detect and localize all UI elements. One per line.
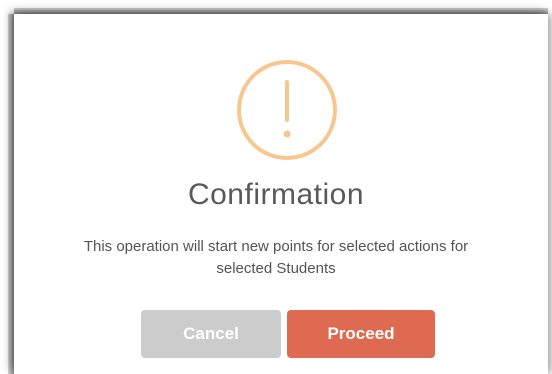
cancel-button[interactable]: Cancel [141,310,281,358]
dialog-message: This operation will start new points for… [0,236,552,280]
dialog-message-line-2: selected Students [216,260,336,277]
warning-exclamation-icon [235,58,339,162]
dialog-message-line-1: This operation will start new points for… [83,238,469,255]
dialog-title: Confirmation [187,178,365,211]
proceed-button[interactable]: Proceed [287,310,435,358]
